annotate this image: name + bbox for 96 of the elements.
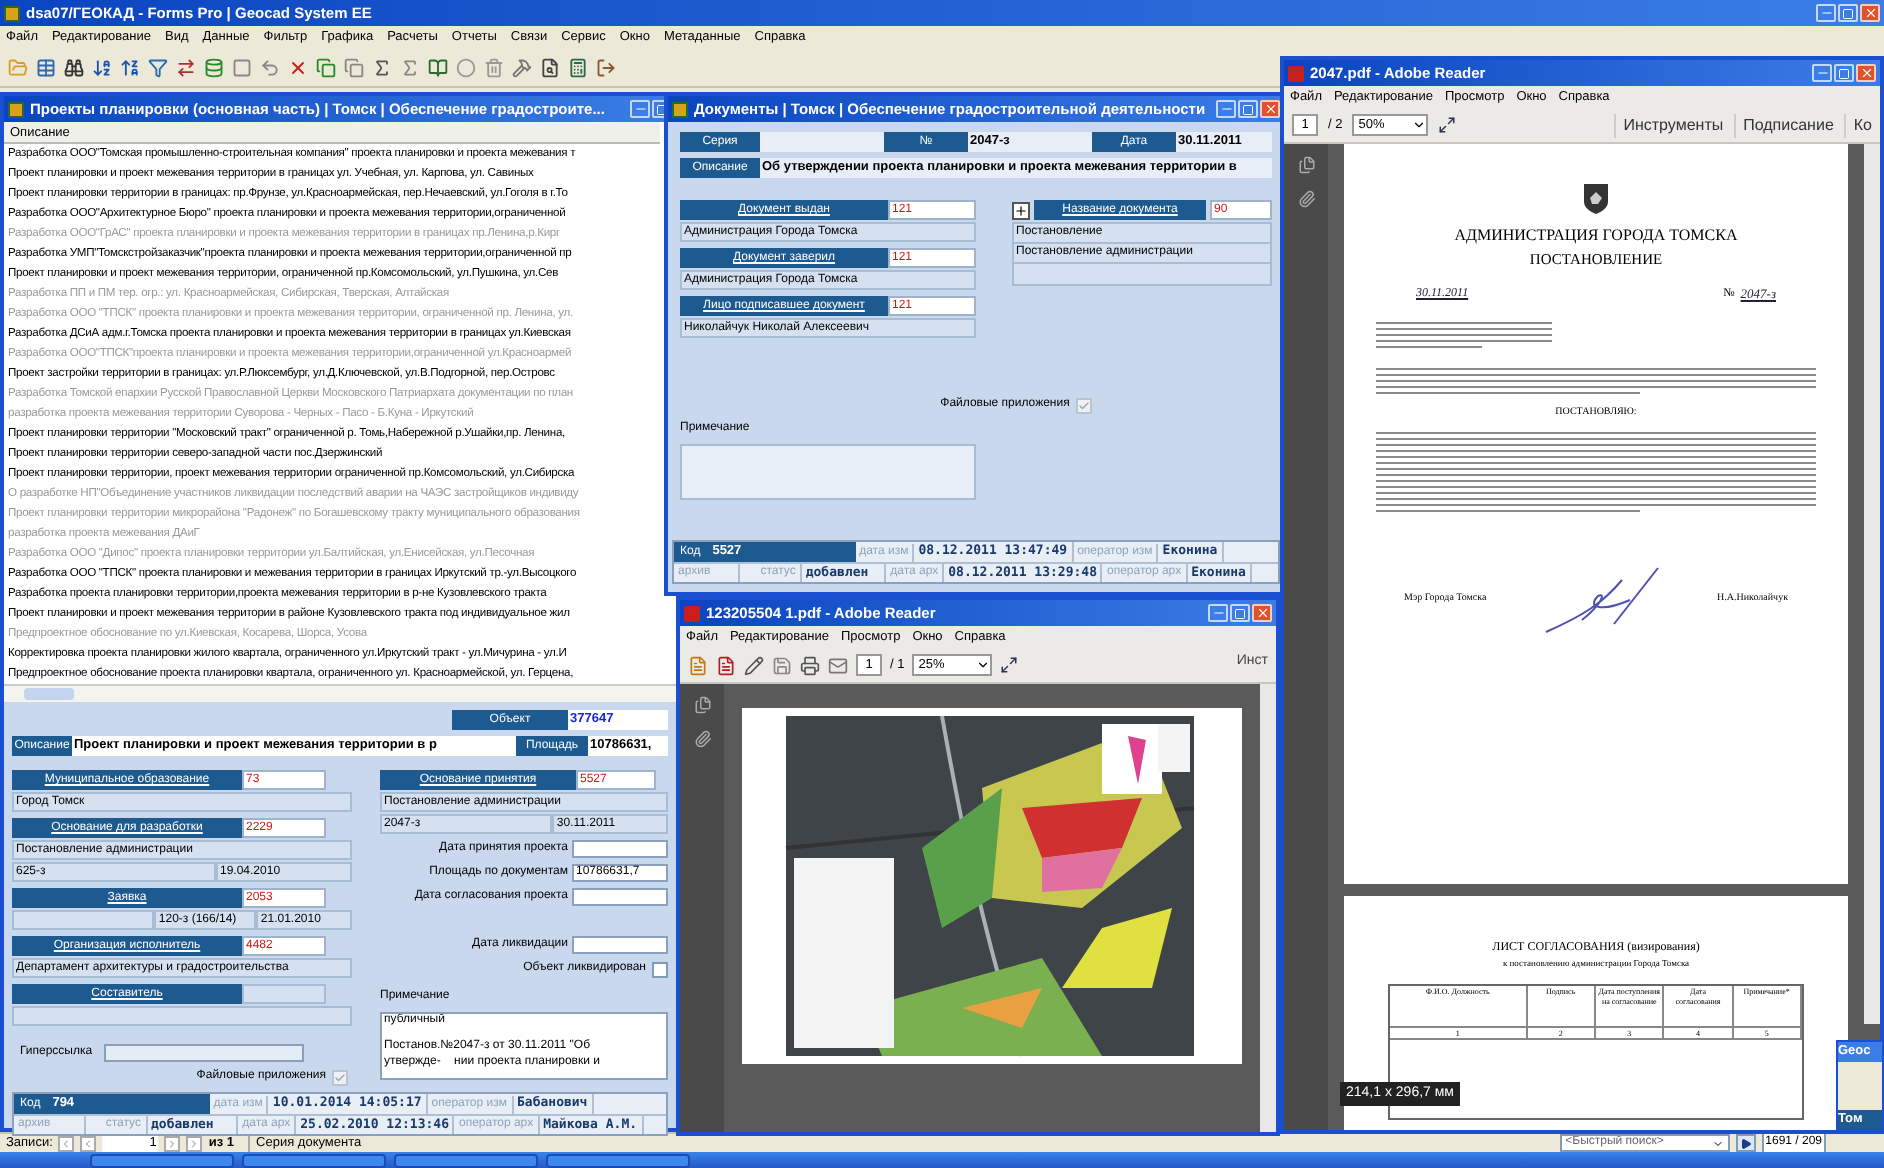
close-icon bbox=[1263, 102, 1277, 116]
table-icon[interactable] bbox=[36, 58, 56, 78]
document-icon[interactable] bbox=[716, 655, 736, 675]
arrows-icon[interactable] bbox=[176, 58, 196, 78]
undo-icon[interactable] bbox=[260, 58, 280, 78]
app-icon bbox=[4, 5, 20, 21]
expand-button[interactable] bbox=[1012, 201, 1030, 219]
maximize-button[interactable] bbox=[1834, 64, 1854, 82]
maximize-button[interactable] bbox=[1838, 4, 1858, 22]
hyperlink-field[interactable] bbox=[104, 1044, 305, 1062]
print-icon[interactable] bbox=[800, 655, 820, 675]
close-button[interactable] bbox=[1856, 64, 1876, 82]
horizontal-scrollbar[interactable] bbox=[4, 684, 676, 702]
input-field[interactable] bbox=[572, 936, 668, 954]
binoculars-icon[interactable] bbox=[64, 58, 84, 78]
maximize-icon bbox=[1242, 103, 1254, 115]
hammer-icon[interactable] bbox=[512, 58, 532, 78]
mail-icon[interactable] bbox=[828, 655, 848, 675]
taskbar-button[interactable] bbox=[242, 1153, 386, 1167]
trash-icon[interactable] bbox=[484, 58, 504, 78]
close-icon bbox=[1863, 6, 1877, 20]
exit-icon[interactable] bbox=[596, 58, 616, 78]
document-heading: АДМИНИСТРАЦИЯ ГОРОДА ТОМСКА bbox=[1454, 224, 1738, 248]
close-button[interactable] bbox=[1260, 100, 1280, 118]
play-icon bbox=[1739, 1137, 1752, 1149]
square-icon[interactable] bbox=[232, 58, 252, 78]
attachment-icon[interactable] bbox=[693, 730, 711, 748]
close-icon bbox=[1859, 66, 1873, 80]
close-button[interactable] bbox=[1252, 604, 1272, 622]
document-icon[interactable] bbox=[688, 655, 708, 675]
copy-icon[interactable] bbox=[344, 58, 364, 78]
input-field[interactable] bbox=[572, 840, 668, 858]
pdf-icon bbox=[1288, 65, 1304, 81]
search-go-button[interactable] bbox=[1735, 1134, 1756, 1152]
app-icon bbox=[672, 101, 688, 117]
signature-drawing bbox=[1541, 563, 1662, 635]
note-field[interactable] bbox=[680, 444, 976, 500]
fit-page-icon[interactable] bbox=[1000, 656, 1019, 674]
minimize-button[interactable] bbox=[1812, 64, 1832, 82]
fit-page-icon[interactable] bbox=[1438, 116, 1457, 134]
folder-icon[interactable] bbox=[8, 58, 28, 78]
taskbar-button[interactable] bbox=[90, 1153, 234, 1167]
caret-icon bbox=[1711, 1137, 1724, 1149]
preview-icon[interactable] bbox=[540, 58, 560, 78]
minimize-icon bbox=[1815, 66, 1829, 80]
maximize-icon bbox=[1234, 607, 1246, 619]
delete-icon[interactable] bbox=[288, 58, 308, 78]
input-field[interactable] bbox=[572, 888, 668, 906]
close-icon bbox=[1255, 606, 1269, 620]
checkbox[interactable] bbox=[332, 1069, 348, 1085]
pages-icon[interactable] bbox=[693, 696, 711, 714]
minimize-button[interactable] bbox=[1208, 604, 1228, 622]
attachment-icon[interactable] bbox=[1297, 190, 1315, 208]
toolbar-link[interactable]: Инструменты bbox=[1613, 113, 1724, 137]
pdf-icon bbox=[684, 605, 700, 621]
value-field[interactable] bbox=[12, 1006, 352, 1026]
checkbox[interactable] bbox=[652, 961, 668, 977]
code-field[interactable] bbox=[242, 984, 326, 1004]
vertical-scrollbar[interactable] bbox=[1864, 144, 1880, 1024]
maximize-button[interactable] bbox=[1230, 604, 1250, 622]
checkbox[interactable] bbox=[1075, 397, 1092, 413]
save-icon[interactable] bbox=[772, 655, 792, 675]
check-icon bbox=[334, 1071, 346, 1083]
minimize-icon bbox=[1819, 6, 1833, 20]
toolbar-link[interactable]: Подписание bbox=[1733, 113, 1834, 137]
taskbar-button[interactable] bbox=[546, 1153, 690, 1167]
edit-icon[interactable] bbox=[744, 655, 764, 675]
sort-ascending-icon[interactable] bbox=[92, 58, 112, 78]
database-icon[interactable] bbox=[204, 58, 224, 78]
caret-icon bbox=[1412, 118, 1427, 132]
maximize-icon bbox=[1838, 67, 1850, 79]
filter-icon[interactable] bbox=[148, 58, 168, 78]
value-field[interactable] bbox=[12, 910, 155, 930]
maximize-icon bbox=[1842, 7, 1854, 19]
check-icon bbox=[1077, 399, 1090, 411]
book-icon[interactable] bbox=[428, 58, 448, 78]
vertical-scrollbar[interactable] bbox=[1260, 684, 1276, 1132]
circle-icon[interactable] bbox=[456, 58, 476, 78]
app-icon bbox=[8, 101, 24, 117]
toolbar-link[interactable]: Ко bbox=[1843, 113, 1872, 137]
taskbar-button[interactable] bbox=[394, 1153, 538, 1167]
plus-icon bbox=[1014, 203, 1028, 217]
copy-icon[interactable] bbox=[316, 58, 336, 78]
minimize-icon bbox=[1219, 102, 1233, 116]
minimize-icon bbox=[1211, 606, 1225, 620]
minimize-button[interactable] bbox=[1216, 100, 1236, 118]
calculator-icon[interactable] bbox=[568, 58, 588, 78]
sort-descending-icon[interactable] bbox=[120, 58, 140, 78]
caret-icon bbox=[976, 658, 991, 672]
series-field[interactable] bbox=[760, 132, 884, 152]
minimize-icon bbox=[633, 102, 647, 116]
maximize-button[interactable] bbox=[1238, 100, 1258, 118]
minimize-button[interactable] bbox=[1816, 4, 1836, 22]
close-button[interactable] bbox=[1860, 4, 1880, 22]
coat-of-arms-icon bbox=[1582, 180, 1610, 216]
pages-icon[interactable] bbox=[1297, 156, 1315, 174]
